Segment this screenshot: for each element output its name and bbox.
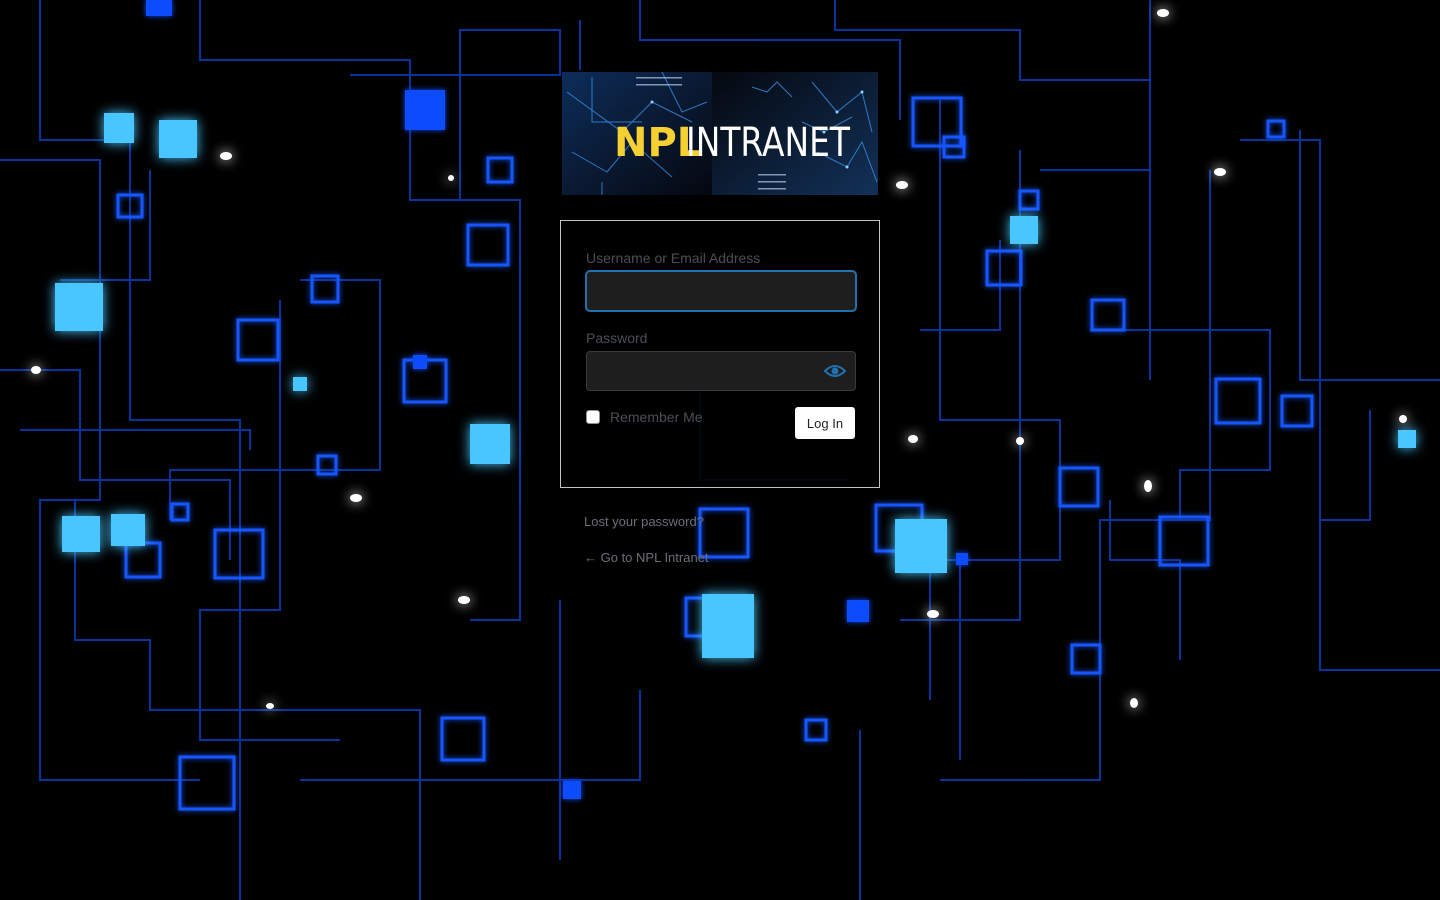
back-to-site-link[interactable]: ← Go to NPL Intranet [584, 550, 709, 565]
logo-intranet-text: INTRANET [686, 120, 850, 166]
username-label: Username or Email Address [586, 250, 761, 266]
login-form: Username or Email Address Password Remem… [560, 220, 880, 488]
username-input[interactable] [586, 271, 856, 311]
remember-me-row: Remember Me [586, 409, 703, 425]
remember-me-label[interactable]: Remember Me [610, 409, 703, 425]
lost-password-link[interactable]: Lost your password? [584, 514, 704, 529]
password-input[interactable] [586, 351, 856, 391]
remember-me-checkbox[interactable] [586, 410, 600, 424]
npl-intranet-logo[interactable]: NPL INTRANET [562, 72, 878, 195]
eye-icon[interactable] [824, 362, 846, 380]
password-label: Password [586, 330, 648, 346]
login-button[interactable]: Log In [795, 407, 855, 439]
